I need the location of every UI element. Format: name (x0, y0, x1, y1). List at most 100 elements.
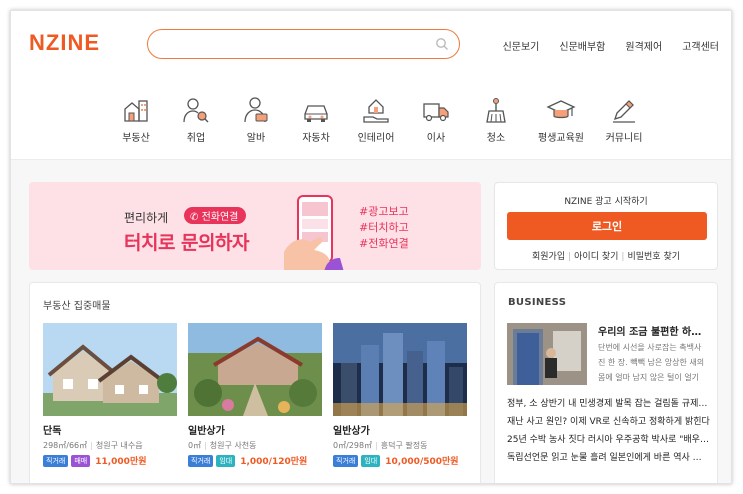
banner-pill: ✆ 전화연결 (184, 207, 247, 224)
listing-card[interactable]: 일반상가 0㎡/298㎡ | 흥덕구 팔정동 직거래 임대 10,000/500만원 (333, 323, 467, 467)
listing-card[interactable]: 일반상가 0㎡ | 청원구 사천동 직거래 임대 1,000/120만원 (188, 323, 322, 467)
listing-card[interactable]: 단독 298㎡/66㎡ | 청원구 내수읍 직거래 매매 11,000만원 (43, 323, 177, 467)
news-item[interactable]: 25년 수박 농사 짓다 러시아 우주공학 박사로 "배우… (507, 431, 711, 449)
category-cleaning[interactable]: 청소 (466, 95, 526, 144)
listing-size: 0㎡/298㎡ (333, 441, 373, 450)
nav-distribution-box[interactable]: 신문배부함 (559, 38, 605, 53)
listing-photo-house (43, 323, 177, 416)
business-section: BUSINESS 우리의 조금 불편한 하루… 단번에 시선을 사로잡는 촉백사… (494, 282, 718, 483)
banner-tag: #광고보고 (359, 205, 409, 218)
badge-direct: 직거래 (43, 454, 69, 467)
signup-link[interactable]: 회원가입 (532, 252, 565, 262)
section-title: 부동산 집중매물 (43, 301, 111, 312)
building-icon (124, 100, 148, 122)
nav-remote-control[interactable]: 원격제어 (625, 38, 662, 53)
badge-lease: 임대 (216, 454, 236, 467)
listing-size: 298㎡/66㎡ (43, 441, 88, 450)
listing-price-row: 직거래 매매 11,000만원 (43, 454, 177, 467)
person-search-icon (183, 98, 209, 123)
business-photo[interactable] (507, 323, 587, 385)
realestate-section: 부동산 집중매물 단독 298㎡/66㎡ | 청원구 내수읍 직거래 매매 11,0… (29, 282, 481, 483)
section-title: BUSINESS (508, 297, 567, 308)
graduation-cap-icon (546, 100, 576, 119)
search-icon[interactable] (435, 37, 449, 51)
link-separator: | (568, 252, 572, 262)
category-car[interactable]: 자동차 (286, 95, 346, 144)
find-id-link[interactable]: 아이디 찾기 (574, 252, 618, 262)
banner-tag: #전화연결 (359, 237, 409, 250)
listing-meta: 298㎡/66㎡ | 청원구 내수읍 (43, 440, 177, 451)
login-box: NZINE 광고 시작하기 로그인 회원가입 | 아이디 찾기 | 비밀번호 찾기 (494, 182, 718, 270)
banner-pill-text: 전화연결 (201, 212, 239, 223)
banner-tag: #터치하고 (359, 221, 409, 234)
person-laptop-icon (244, 97, 268, 123)
category-jobs[interactable]: 취업 (166, 95, 226, 144)
category-label: 이사 (426, 133, 446, 144)
listing-name: 일반상가 (188, 426, 225, 437)
listing-price: 10,000/500만원 (385, 457, 459, 467)
link-separator: | (621, 252, 625, 262)
listing-meta: 0㎡/298㎡ | 흥덕구 팔정동 (333, 440, 467, 451)
category-label: 취업 (186, 133, 206, 144)
category-interior[interactable]: 인테리어 (346, 95, 406, 144)
listing-meta: 0㎡ | 청원구 사천동 (188, 440, 322, 451)
broom-icon (486, 98, 506, 123)
badge-direct: 직거래 (333, 454, 359, 467)
nav-newspaper[interactable]: 신문보기 (503, 38, 540, 53)
listing-photo-city (333, 323, 467, 416)
banner-line1: 편리하게 (124, 211, 169, 225)
meta-separator: | (375, 441, 378, 450)
banner-line2: 터치로 문의하자 (124, 232, 249, 254)
category-moving[interactable]: 이사 (406, 95, 466, 144)
truck-icon (423, 103, 449, 122)
top-nav: 신문보기 신문배부함 원격제어 고객센터 (503, 38, 719, 53)
meta-separator: | (90, 441, 93, 450)
phone-hand-icon (284, 195, 344, 270)
listing-price: 11,000만원 (95, 457, 147, 467)
category-label: 평생교육원 (538, 133, 584, 144)
login-links: 회원가입 | 아이디 찾기 | 비밀번호 찾기 (495, 249, 717, 262)
nzine-logo[interactable]: NZINE (29, 30, 124, 54)
listing-location: 흥덕구 팔정동 (380, 441, 428, 450)
pen-icon (613, 100, 635, 123)
category-realestate[interactable]: 부동산 (106, 95, 166, 144)
business-headline[interactable]: 우리의 조금 불편한 하루… (598, 323, 708, 338)
listing-location: 청원구 내수읍 (95, 441, 143, 450)
category-label: 청소 (486, 133, 506, 144)
listing-name: 단독 (43, 426, 62, 437)
listing-photo-garden (188, 323, 322, 416)
news-item[interactable]: 독립선언문 읽고 눈물 흘려 일본인에게 바른 역사 … (507, 449, 711, 467)
listing-location: 청원구 사천동 (209, 441, 257, 450)
ad-banner[interactable]: 편리하게 ✆ 전화연결 터치로 문의하자 #광고보고 #터치하고 #전화연결 (29, 182, 481, 270)
category-label: 커뮤니티 (605, 133, 643, 144)
listing-name: 일반상가 (333, 426, 370, 437)
search-input[interactable] (162, 35, 432, 53)
business-summary: 단번에 시선을 사로잡는 촉백사 진 한 장. 빽빽 남은 앙상한 새의 몸에 … (598, 343, 705, 382)
header: NZINE 신문보기 신문배부함 원격제어 고객센터 (11, 11, 731, 71)
category-label: 부동산 (122, 133, 150, 144)
category-label: 알바 (246, 133, 266, 144)
category-menu: 부동산 취업 알바 자동차 인테리어 이사 청소 평생교육원 커뮤니티 (106, 95, 646, 155)
category-parttime[interactable]: 알바 (226, 95, 286, 144)
badge-direct: 직거래 (188, 454, 214, 467)
business-news-list: 정부, 소 상반기 내 민생경제 발목 잡는 걸림돌 규제… 재난 사고 원인?… (507, 395, 711, 467)
listing-price-row: 직거래 임대 1,000/120만원 (188, 454, 322, 467)
category-community[interactable]: 커뮤니티 (594, 95, 654, 144)
listing-price: 1,000/120만원 (240, 457, 308, 467)
banner-tags: #광고보고 #터치하고 #전화연결 (359, 204, 409, 252)
badge-lease: 임대 (361, 454, 381, 467)
login-button[interactable]: 로그인 (507, 212, 707, 240)
nav-customer-center[interactable]: 고객센터 (682, 38, 719, 53)
find-password-link[interactable]: 비밀번호 찾기 (627, 252, 680, 262)
logo-text: NZINE (29, 30, 100, 54)
category-education[interactable]: 평생교육원 (526, 95, 596, 144)
category-label: 인테리어 (357, 133, 395, 144)
listing-price-row: 직거래 임대 10,000/500만원 (333, 454, 467, 467)
category-label: 자동차 (302, 133, 330, 144)
login-title: NZINE 광고 시작하기 (564, 197, 648, 207)
news-item[interactable]: 정부, 소 상반기 내 민생경제 발목 잡는 걸림돌 규제… (507, 395, 711, 413)
meta-separator: | (204, 441, 207, 450)
house-hand-icon (363, 99, 389, 123)
news-item[interactable]: 재난 사고 원인? 이제 VR로 신속하고 정확하게 밝힌다 (507, 413, 711, 431)
listing-size: 0㎡ (188, 441, 202, 450)
